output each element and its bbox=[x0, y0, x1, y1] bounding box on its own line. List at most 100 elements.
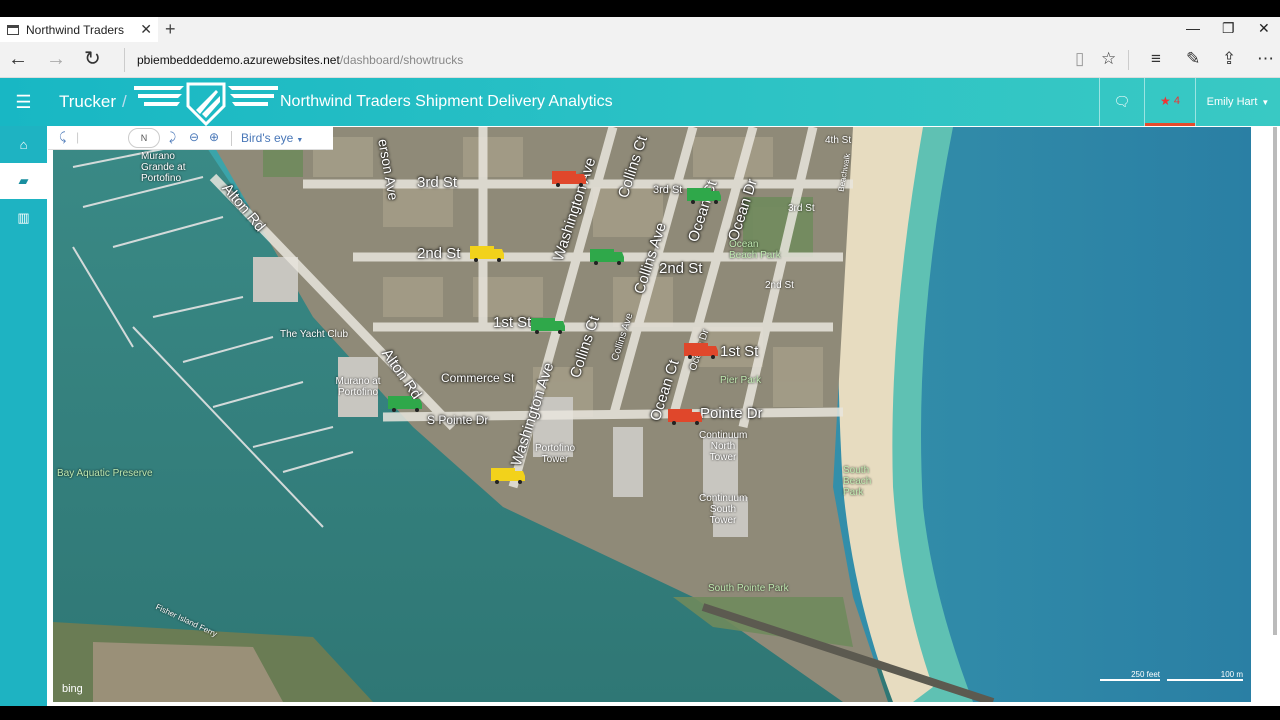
url-host: pbiembeddeddemo.azurewebsites.net bbox=[137, 53, 340, 67]
street-label: 2nd St bbox=[417, 245, 461, 262]
zoom-out-icon[interactable]: ⊖ bbox=[189, 130, 199, 144]
menu-icon[interactable]: ☰ bbox=[0, 78, 47, 126]
truck-marker[interactable] bbox=[490, 466, 526, 484]
toolbar-divider bbox=[1128, 50, 1129, 70]
refresh-icon[interactable]: ↻ bbox=[84, 48, 101, 70]
truck-marker[interactable] bbox=[551, 169, 587, 187]
breadcrumb: Trucker / bbox=[59, 92, 127, 112]
toolbar-divider bbox=[231, 131, 232, 146]
truck-icon bbox=[388, 396, 422, 412]
truck-marker[interactable] bbox=[686, 186, 722, 204]
web-note-icon[interactable]: ✎ bbox=[1186, 48, 1200, 70]
truck-marker[interactable] bbox=[667, 407, 703, 425]
bing-attribution: bing bbox=[62, 683, 83, 695]
breadcrumb-trucker[interactable]: Trucker bbox=[59, 92, 116, 111]
place-label: Continuum North Tower bbox=[699, 430, 748, 463]
restore-icon[interactable]: ❐ bbox=[1222, 20, 1235, 37]
truck-icon[interactable]: ▰ bbox=[0, 163, 47, 199]
place-label: South Pointe Park bbox=[708, 583, 789, 594]
truck-icon bbox=[470, 246, 504, 262]
back-icon[interactable]: ← bbox=[8, 48, 28, 70]
scrollbar[interactable] bbox=[1273, 127, 1277, 635]
street-label: 1st St bbox=[720, 343, 759, 360]
compass-dial[interactable]: N bbox=[128, 128, 160, 148]
truck-icon bbox=[668, 409, 702, 425]
alerts-button[interactable]: ★ 4 bbox=[1145, 78, 1195, 126]
truck-marker[interactable] bbox=[530, 316, 566, 334]
truck-icon bbox=[491, 468, 525, 484]
user-menu[interactable]: Emily Hart ▼ bbox=[1196, 78, 1280, 126]
place-label: 2nd St bbox=[765, 280, 794, 291]
place-label: 4th St bbox=[825, 135, 852, 146]
map-view-dropdown[interactable]: Bird's eye ▼ bbox=[241, 131, 303, 145]
truck-icon bbox=[531, 318, 565, 334]
street-label: S Pointe Dr bbox=[427, 413, 489, 427]
compass-north: N bbox=[140, 133, 148, 143]
share-icon[interactable]: ⇪ bbox=[1222, 48, 1236, 70]
chat-icon[interactable]: 🗨 bbox=[1100, 78, 1144, 126]
map-scale: 250 feet 100 m bbox=[1100, 670, 1245, 686]
street-label: Commerce St bbox=[441, 371, 515, 385]
tab-strip: Northwind Traders ✕ + — ❐ ✕ bbox=[0, 17, 1280, 42]
tab-title: Northwind Traders bbox=[26, 22, 125, 37]
street-label: 3rd St bbox=[417, 174, 458, 191]
truck-marker[interactable] bbox=[589, 247, 625, 265]
user-name: Emily Hart bbox=[1206, 96, 1258, 108]
new-tab-icon[interactable]: + bbox=[165, 19, 176, 40]
map-toolbar: ⤹ | N ⤸ ⊖ ⊕ Bird's eye ▼ bbox=[48, 127, 333, 150]
place-label: Pier Park bbox=[720, 375, 762, 386]
truck-icon bbox=[684, 343, 718, 359]
truck-icon bbox=[590, 249, 624, 265]
home-icon[interactable]: ⌂ bbox=[0, 126, 47, 162]
truck-marker[interactable] bbox=[469, 244, 505, 262]
favorite-star-icon[interactable]: ☆ bbox=[1101, 48, 1116, 70]
map-view[interactable]: 3rd St 2nd St 1st St Commerce St S Point… bbox=[53, 127, 1251, 702]
browser-tab[interactable]: Northwind Traders ✕ bbox=[0, 17, 158, 42]
place-label: The Yacht Club bbox=[280, 329, 349, 340]
truck-marker[interactable] bbox=[387, 394, 423, 412]
truck-icon bbox=[687, 188, 721, 204]
top-band bbox=[0, 0, 1280, 17]
place-label: South Beach Park bbox=[843, 465, 872, 498]
toolbar-divider: | bbox=[76, 130, 80, 144]
browser-window: Northwind Traders ✕ + — ❐ ✕ ← → ↻ pbiemb… bbox=[0, 0, 1280, 720]
close-window-icon[interactable]: ✕ bbox=[1258, 20, 1270, 37]
truck-icon bbox=[552, 171, 586, 187]
app-header: ☰ Trucker / Northwind Traders Shipment De… bbox=[0, 78, 1280, 126]
forward-icon[interactable]: → bbox=[46, 48, 66, 70]
rotate-right-icon[interactable]: ⤸ bbox=[169, 130, 176, 145]
minimize-icon[interactable]: — bbox=[1186, 20, 1200, 36]
street-label: Pointe Dr bbox=[700, 405, 763, 422]
place-label: Murano Grande at Portofino bbox=[141, 151, 186, 184]
northwind-logo bbox=[134, 82, 278, 126]
zoom-in-icon[interactable]: ⊕ bbox=[209, 130, 219, 144]
address-bar: ← → ↻ pbiembeddeddemo.azurewebsites.net/… bbox=[0, 42, 1280, 78]
reading-view-icon[interactable]: ▯ bbox=[1075, 48, 1084, 70]
page-title: Northwind Traders Shipment Delivery Anal… bbox=[280, 93, 613, 110]
alert-count: 4 bbox=[1173, 94, 1180, 107]
truck-marker[interactable] bbox=[683, 341, 719, 359]
scale-feet: 250 feet bbox=[1100, 670, 1160, 681]
caret-down-icon: ▼ bbox=[296, 137, 304, 144]
url-path: /dashboard/showtrucks bbox=[339, 53, 464, 67]
page-icon bbox=[7, 24, 19, 35]
close-tab-icon[interactable]: ✕ bbox=[140, 21, 152, 38]
place-label: 3rd St bbox=[788, 203, 815, 214]
hub-icon[interactable]: ≡ bbox=[1151, 48, 1161, 70]
map-view-label: Bird's eye bbox=[241, 131, 294, 145]
place-label: Bay Aquatic Preserve bbox=[57, 468, 153, 479]
alert-icon: ★ bbox=[1160, 93, 1171, 108]
rotate-left-icon[interactable]: ⤹ bbox=[59, 130, 66, 145]
place-label: Murano at Portofino bbox=[335, 376, 381, 398]
sidebar: ⌂ ▰ ▥ bbox=[0, 126, 47, 706]
street-label: 2nd St bbox=[659, 260, 703, 277]
bottom-band bbox=[0, 706, 1280, 720]
breadcrumb-separator: / bbox=[122, 92, 127, 111]
caret-down-icon: ▼ bbox=[1261, 97, 1270, 107]
more-icon[interactable]: ⋯ bbox=[1257, 48, 1274, 70]
url-field[interactable]: pbiembeddeddemo.azurewebsites.net/dashbo… bbox=[124, 48, 1064, 72]
street-label: 1st St bbox=[493, 314, 532, 331]
place-label: Ocean Beach Park bbox=[729, 239, 781, 261]
chart-icon[interactable]: ▥ bbox=[0, 200, 47, 236]
scale-meters: 100 m bbox=[1167, 670, 1243, 681]
